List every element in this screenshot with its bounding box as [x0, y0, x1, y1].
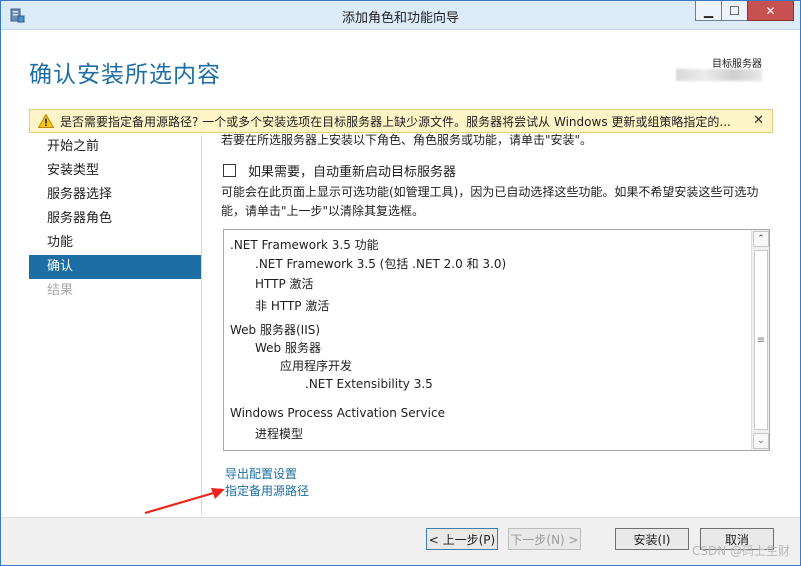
target-server-label: 目标服务器 [712, 59, 762, 70]
nav-item-features[interactable]: 功能 [29, 231, 201, 255]
grip-icon: ≡ [756, 334, 766, 346]
minimize-button[interactable]: ▁ [695, 1, 721, 21]
list-item: Windows Process Activation Service [230, 406, 445, 420]
list-item: 应用程序开发 [280, 359, 353, 373]
page-header: 确认安装所选内容 目标服务器 [1, 31, 800, 108]
list-item: 进程模型 [255, 427, 304, 441]
target-server-name-redacted [676, 69, 762, 81]
nav-item-server-selection[interactable]: 服务器选择 [29, 183, 201, 207]
button-bar: < 上一步(P) 下一步(N) > 安装(I) 取消 [1, 517, 800, 565]
feature-list-scrollbar[interactable]: ⌃ ≡ ⌄ [751, 230, 769, 450]
nav-item-server-roles[interactable]: 服务器角色 [29, 207, 201, 231]
close-button[interactable]: ✕ [747, 1, 794, 21]
next-button: 下一步(N) > [508, 528, 581, 550]
warning-close-icon[interactable]: ✕ [753, 113, 764, 128]
list-item: .NET Framework 3.5 (包括 .NET 2.0 和 3.0) [255, 257, 507, 271]
red-arrow-annotation [144, 488, 225, 515]
feature-list[interactable]: .NET Framework 3.5 功能 .NET Framework 3.5… [223, 229, 770, 451]
warning-bar: 是否需要指定备用源路径? 一个或多个安装选项在目标服务器上缺少源文件。服务器将尝… [29, 109, 773, 133]
warning-text[interactable]: 是否需要指定备用源路径? 一个或多个安装选项在目标服务器上缺少源文件。服务器将尝… [60, 113, 750, 130]
wizard-window: 添加角色和功能向导 ▁ ☐ ✕ 确认安装所选内容 目标服务器 是否需要指定备用源… [0, 0, 801, 566]
nav-item-before-you-begin[interactable]: 开始之前 [29, 135, 201, 159]
nav-item-installation-type[interactable]: 安装类型 [29, 159, 201, 183]
optional-features-note: 可能会在此页面上显示可选功能(如管理工具)，因为已自动选择这些功能。如果不希望安… [221, 185, 759, 218]
restart-label[interactable]: 如果需要，自动重新启动目标服务器 [248, 161, 456, 180]
nav-divider [201, 135, 202, 515]
list-item: Web 服务器 [255, 341, 321, 355]
nav-item-confirmation[interactable]: 确认 [29, 255, 201, 279]
minimize-icon: ▁ [703, 3, 714, 18]
scroll-up-icon[interactable]: ⌃ [753, 231, 769, 247]
export-config-link[interactable]: 导出配置设置 [225, 465, 297, 482]
list-item: Web 服务器(IIS) [230, 323, 321, 337]
page-title: 确认安装所选内容 [29, 62, 221, 88]
intro-text: 若要在所选服务器上安装以下角色、角色服务或功能，请单击"安装"。 [221, 133, 593, 147]
install-button[interactable]: 安装(I) [615, 528, 689, 550]
main-content: 若要在所选服务器上安装以下角色、角色服务或功能，请单击"安装"。 如果需要，自动… [221, 131, 781, 218]
warning-triangle-icon [38, 114, 54, 128]
list-item: HTTP 激活 [255, 277, 314, 291]
restart-option[interactable]: 如果需要，自动重新启动目标服务器 [223, 161, 456, 180]
list-item: .NET Extensibility 3.5 [305, 377, 433, 391]
maximize-button[interactable]: ☐ [721, 1, 747, 21]
previous-button[interactable]: < 上一步(P) [426, 528, 498, 550]
maximize-icon: ☐ [729, 3, 740, 18]
window-title: 添加角色和功能向导 [341, 11, 459, 26]
list-item: 非 HTTP 激活 [255, 299, 330, 313]
wizard-nav: 开始之前 安装类型 服务器选择 服务器角色 功能 确认 结果 [29, 135, 201, 303]
restart-checkbox[interactable] [223, 164, 236, 177]
feature-list-viewport: .NET Framework 3.5 功能 .NET Framework 3.5… [224, 230, 752, 450]
list-item: .NET Framework 3.5 功能 [230, 238, 379, 252]
nav-item-results: 结果 [47, 283, 74, 298]
close-icon: ✕ [765, 3, 776, 18]
scroll-thumb[interactable]: ≡ [754, 250, 768, 430]
watermark: CSDN @码上生财 [691, 544, 790, 558]
alternate-source-link[interactable]: 指定备用源路径 [225, 482, 309, 499]
title-bar[interactable]: 添加角色和功能向导 ▁ ☐ ✕ [1, 1, 800, 30]
scroll-down-icon[interactable]: ⌄ [753, 433, 769, 449]
